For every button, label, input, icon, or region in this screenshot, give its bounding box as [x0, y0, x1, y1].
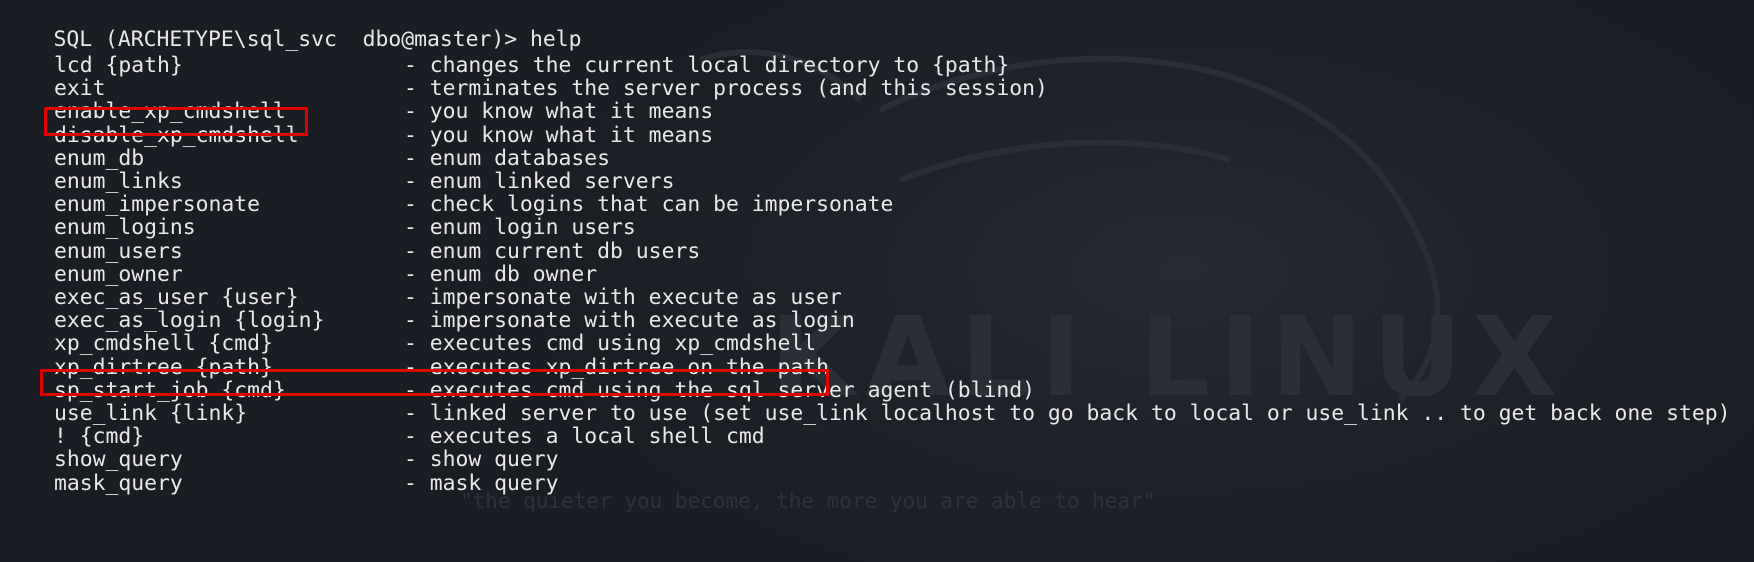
help-description: - enum db owner [404, 261, 598, 287]
help-description: - impersonate with execute as login [404, 308, 855, 334]
help-description: - enum databases [404, 145, 611, 171]
help-description: - enum current db users [404, 238, 701, 264]
help-description: - enum linked servers [404, 169, 675, 194]
help-command: disable_xp_cmdshell [54, 122, 299, 148]
help-description: - changes the current local directory to… [404, 53, 1010, 78]
help-row: disable_xp_cmdshell - you know what it me… [0, 123, 1754, 149]
help-row: enum_db - enum databases [0, 146, 1754, 172]
help-row: exit - terminates the server process (and… [0, 76, 1754, 102]
help-row: exec_as_user {user} - impersonate with ex… [0, 285, 1754, 311]
help-command: xp_dirtree {path} [54, 354, 273, 380]
help-row: exec_as_login {login} - impersonate with … [0, 308, 1754, 334]
prompt-line: SQL (ARCHETYPE\sql_svc dbo@master)> help [2, 1, 582, 52]
help-row: enum_owner - enum db owner [0, 262, 1754, 288]
help-command: ! {cmd} [54, 424, 145, 450]
help-row: ! {cmd} - executes a local shell cmd [0, 424, 1754, 450]
help-command: xp_cmdshell {cmd} [54, 331, 273, 357]
terminal-window[interactable]: KALI LINUX "the quieter you become, the … [0, 0, 1754, 562]
help-row: sp_start_job {cmd} - executes cmd using t… [0, 378, 1754, 404]
help-command: enable_xp_cmdshell [54, 99, 286, 125]
help-row: enum_impersonate - check logins that can … [0, 192, 1754, 218]
help-row: lcd {path} - changes the current local di… [0, 53, 1754, 79]
help-row: enable_xp_cmdshell - you know what it mea… [0, 99, 1754, 125]
help-row: show_query - show query [0, 447, 1754, 473]
help-row: use_link {link} - linked server to use (s… [0, 401, 1754, 427]
help-description: - mask query [404, 470, 559, 496]
help-row: enum_users - enum current db users [0, 239, 1754, 265]
help-description: - impersonate with execute as user [404, 285, 842, 310]
help-command: mask_query [54, 470, 183, 496]
help-row: xp_dirtree {path} - executes xp_dirtree o… [0, 355, 1754, 381]
help-command: enum_logins [54, 215, 196, 241]
help-row: enum_logins - enum login users [0, 215, 1754, 241]
prompt-text: SQL (ARCHETYPE\sql_svc dbo@master)> [53, 27, 531, 52]
help-description: - you know what it means [404, 122, 714, 148]
help-row: mask_query - mask query [0, 471, 1754, 497]
help-command: enum_users [54, 238, 183, 264]
help-command: enum_owner [54, 261, 183, 287]
help-row: xp_cmdshell {cmd} - executes cmd using xp… [0, 331, 1754, 357]
help-description: - executes a local shell cmd [404, 424, 765, 450]
help-description: - you know what it means [404, 99, 714, 125]
help-command: exec_as_login {login} [54, 308, 325, 334]
help-description: - linked server to use (set use_link loc… [404, 401, 1731, 426]
help-row: enum_links - enum linked servers [0, 169, 1754, 195]
help-command: sp_start_job {cmd} [54, 377, 286, 403]
help-command: enum_links [54, 169, 183, 194]
help-command: exit [54, 76, 106, 102]
help-description: - executes cmd using xp_cmdshell [404, 331, 817, 357]
help-description: - executes cmd using the sql server agen… [404, 377, 1036, 403]
help-command: enum_db [54, 145, 145, 171]
help-description: - check logins that can be impersonate [404, 192, 894, 218]
help-command: lcd {path} [54, 53, 183, 78]
help-command: exec_as_user {user} [54, 285, 299, 310]
help-description: - terminates the server process (and thi… [404, 76, 1048, 102]
help-description: - enum login users [404, 215, 636, 241]
help-command: use_link {link} [54, 401, 248, 426]
help-command: enum_impersonate [54, 192, 261, 218]
help-command: show_query [54, 447, 183, 473]
help-description: - show query [404, 447, 559, 473]
help-description: - executes xp_dirtree on the path [404, 354, 829, 380]
typed-command: help [530, 27, 582, 52]
